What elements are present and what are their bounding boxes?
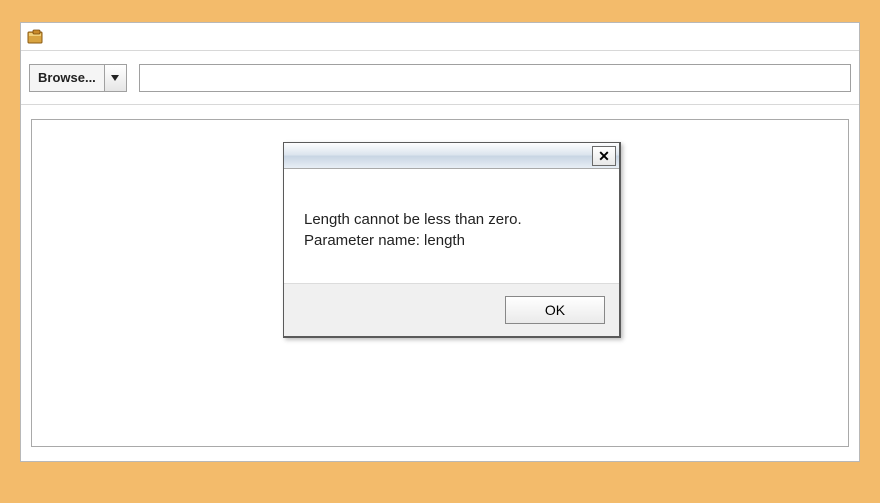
dialog-body: Length cannot be less than zero. Paramet…: [284, 169, 619, 283]
app-icon: [27, 29, 43, 45]
toolbar: Browse...: [21, 51, 859, 105]
chevron-down-icon: [104, 65, 126, 91]
ok-button[interactable]: OK: [505, 296, 605, 324]
address-input[interactable]: [139, 64, 851, 92]
error-dialog: ✕ Length cannot be less than zero. Param…: [283, 142, 621, 338]
browse-dropdown[interactable]: Browse...: [29, 64, 127, 92]
titlebar: [21, 23, 859, 51]
close-button[interactable]: ✕: [592, 146, 616, 166]
close-icon: ✕: [598, 149, 610, 163]
browse-label: Browse...: [30, 70, 104, 85]
dialog-footer: OK: [284, 283, 619, 336]
dialog-message-line: Length cannot be less than zero.: [304, 209, 599, 230]
dialog-titlebar: ✕: [284, 143, 619, 169]
dialog-message-line: Parameter name: length: [304, 230, 599, 251]
